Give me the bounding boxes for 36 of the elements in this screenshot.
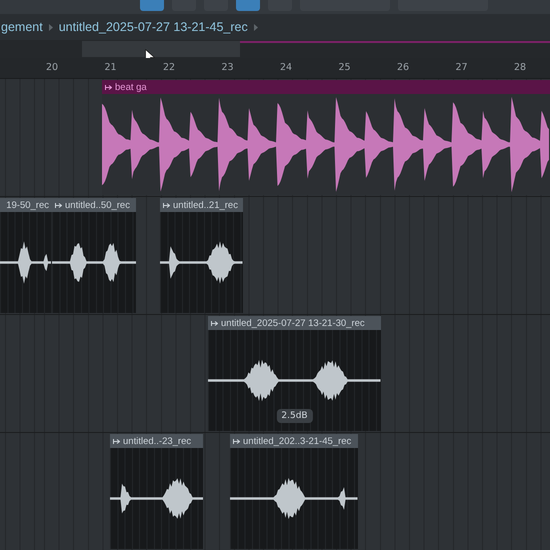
clip-body[interactable]	[110, 448, 203, 549]
clip-title[interactable]: 19-50_rec	[0, 198, 52, 212]
bar-number: 26	[397, 62, 410, 73]
bar-number: 20	[46, 62, 58, 73]
clip-arrow-icon	[233, 438, 240, 444]
clip-arrow-icon	[105, 84, 112, 90]
clip-title[interactable]: untitled_2025-07-27 13-21-30_rec	[208, 316, 381, 330]
toolbar-button[interactable]	[236, 0, 260, 11]
chevron-icon	[48, 24, 53, 30]
clip-title[interactable]: untitled_202..3-21-45_rec	[230, 434, 358, 448]
chevron-icon	[254, 24, 258, 30]
clip-arrow-icon	[55, 202, 62, 208]
clip-body[interactable]: 2.5dB	[208, 330, 381, 431]
clip-arrow-icon	[211, 320, 218, 326]
clip-body[interactable]	[230, 448, 358, 549]
clip-title[interactable]: untitled..50_rec	[52, 198, 136, 212]
clip-body[interactable]	[160, 212, 243, 313]
bar-number: 28	[514, 62, 526, 73]
clip-arrow-icon	[163, 202, 170, 208]
bar-number: 22	[163, 62, 176, 73]
toolbar-button[interactable]	[140, 0, 164, 11]
clip-title[interactable]: untitled..21_rec	[160, 198, 243, 212]
clip-arrow-icon	[113, 438, 120, 444]
breadcrumb-item[interactable]: untitled_2025-07-27 13-21-45_rec	[58, 20, 248, 34]
gain-label: 2.5dB	[276, 409, 313, 423]
bar-number: 27	[456, 62, 468, 73]
clip-body[interactable]	[0, 212, 52, 313]
bar-number: 23	[222, 62, 234, 73]
bar-number: 25	[338, 62, 351, 73]
breadcrumb-item[interactable]: gement	[1, 20, 43, 34]
clip-body[interactable]	[52, 212, 136, 313]
overview-viewport[interactable]	[82, 41, 240, 57]
bar-number: 24	[280, 62, 292, 73]
bar-number: 21	[104, 62, 117, 73]
clip-title[interactable]: untitled..-23_rec	[110, 434, 203, 448]
clip-title[interactable]: beat ga	[102, 80, 550, 94]
